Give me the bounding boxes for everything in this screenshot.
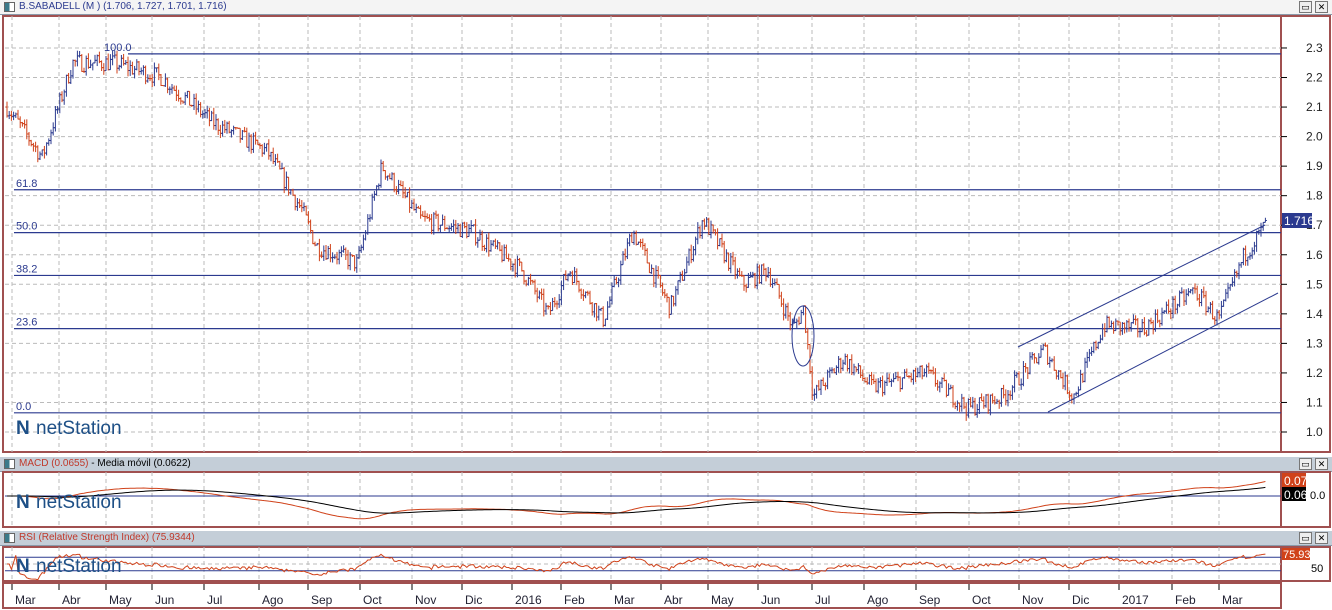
x-tick-label: May: [109, 593, 132, 607]
svg-text:N: N: [16, 492, 30, 513]
rsi-line: [7, 553, 1266, 581]
fib-level-label: 23.6: [16, 317, 37, 329]
x-tick-label: Jun: [761, 593, 780, 607]
fib-level-label: 38.2: [16, 263, 37, 275]
y-tick-label: 1.3: [1306, 336, 1323, 350]
macd-line: [6, 481, 1266, 520]
rsi-last-label: 75.93: [1283, 549, 1311, 561]
fib-level-label: 61.8: [16, 178, 37, 190]
price-chart: 100.0 61.8 50.0 38.2 23.6 0.0 Mar Abr May Jun Jul A…: [2, 15, 1331, 609]
svg-text:N: N: [16, 556, 30, 577]
macd-panel-frame: [2, 471, 1282, 528]
price-panel-frame: [2, 15, 1282, 453]
channel-lower-trendline: [1047, 292, 1279, 413]
y-tick-label: 1.6: [1306, 248, 1323, 262]
x-tick-label: Feb: [564, 593, 585, 607]
x-tick-label: Dic: [465, 593, 482, 607]
macd-signal-line: [6, 486, 1266, 514]
x-tick-label: 2016: [515, 593, 542, 607]
x-tick-label: Abr: [62, 593, 81, 607]
svg-text:netStation: netStation: [36, 418, 122, 439]
x-tick-label: Ago: [867, 593, 889, 607]
x-tick-label: Jun: [155, 593, 174, 607]
x-tick-label: Sep: [919, 593, 941, 607]
fib-level-label: 50.0: [16, 221, 37, 233]
y-tick-label: 2.2: [1306, 71, 1323, 85]
x-tick-label: Mar: [1222, 593, 1243, 607]
x-tick-label: Abr: [664, 593, 683, 607]
x-tick-label: Dic: [1072, 593, 1089, 607]
y-tick-label: 2.1: [1306, 100, 1323, 114]
y-tick-label: 2.0: [1306, 130, 1323, 144]
svg-text:netStation: netStation: [36, 556, 122, 577]
last-price-label: 1.716: [1284, 214, 1314, 228]
fib-level-label: 100.0: [104, 42, 132, 54]
x-tick-label: Nov: [1022, 593, 1043, 607]
y-tick-label: 1.5: [1306, 277, 1323, 291]
y-tick-label: 1.0: [1306, 425, 1323, 439]
x-tick-label: Ago: [262, 593, 284, 607]
x-tick-label: May: [711, 593, 734, 607]
svg-text:netStation: netStation: [36, 492, 122, 513]
rsi-axis-label: 50: [1311, 563, 1323, 575]
ma-last-label: 0.06: [1284, 488, 1308, 502]
x-tick-label: Jul: [815, 593, 830, 607]
y-tick-label: 2.3: [1306, 41, 1323, 55]
netstation-logo: NnetStation NnetStation NnetStation: [16, 418, 122, 577]
x-tick-label: Feb: [1175, 593, 1196, 607]
x-tick-label: Oct: [972, 593, 991, 607]
y-tick-label: 1.4: [1306, 307, 1323, 321]
svg-text:N: N: [16, 418, 30, 439]
y-tick-label: 1.2: [1306, 366, 1323, 380]
fib-level-label: 0.0: [16, 401, 31, 413]
x-tick-label: 2017: [1122, 593, 1149, 607]
y-tick-label: 1.1: [1306, 395, 1323, 409]
macd-last-label: 0.07: [1284, 474, 1308, 488]
x-tick-label: Mar: [614, 593, 635, 607]
y-tick-label: 1.8: [1306, 189, 1323, 203]
x-tick-label: Oct: [363, 593, 382, 607]
x-tick-label: Mar: [15, 593, 36, 607]
x-tick-label: Nov: [415, 593, 436, 607]
x-tick-label: Jul: [207, 593, 222, 607]
y-tick-label: 1.9: [1306, 159, 1323, 173]
x-tick-label: Sep: [311, 593, 333, 607]
macd-axis-label: 0.0: [1310, 490, 1325, 502]
